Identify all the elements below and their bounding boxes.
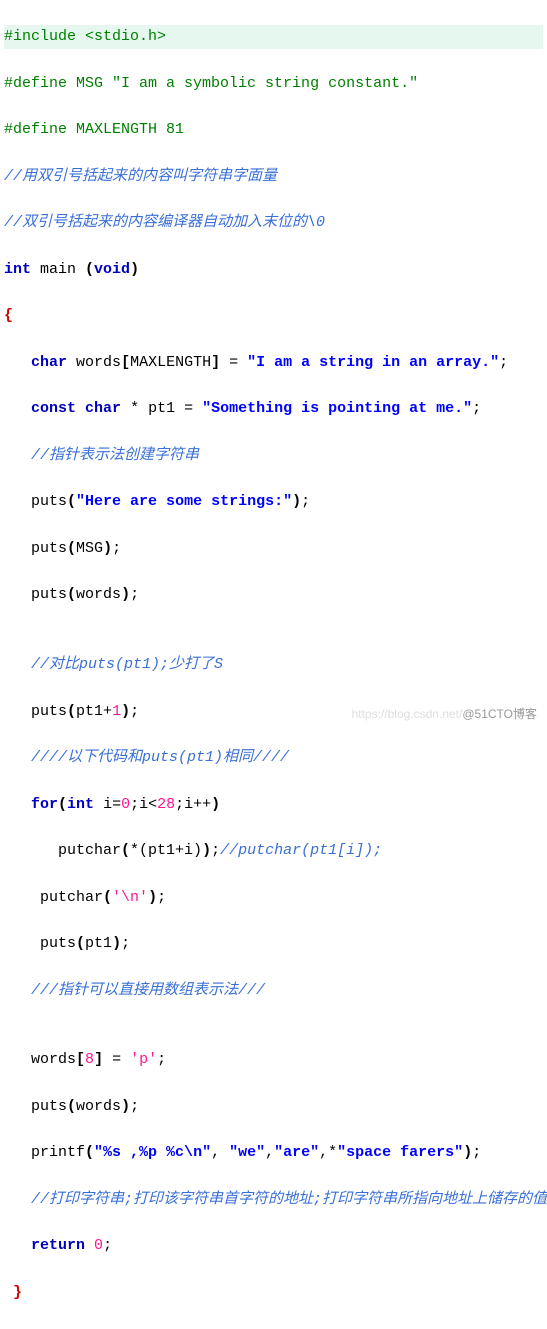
number: 8 <box>85 1051 94 1068</box>
number: 28 <box>157 796 175 813</box>
code-line: const char * pt1 = "Something is pointin… <box>4 397 543 420</box>
brace-open: { <box>4 307 13 324</box>
string-literal: "are" <box>274 1144 319 1161</box>
code-line: words[8] = 'p'; <box>4 1048 543 1071</box>
code-line: puts(words); <box>4 583 543 606</box>
code-line: int main (void) <box>4 258 543 281</box>
char-literal: '\n' <box>112 889 148 906</box>
function-call: printf <box>31 1144 85 1161</box>
keyword-int: int <box>67 796 94 813</box>
keyword-void: void <box>94 261 130 278</box>
number: 0 <box>94 1237 103 1254</box>
watermark: https://blog.csdn.net/@51CTO博客 <box>352 705 537 724</box>
code-line: //对比puts(pt1);少打了S <box>4 653 543 676</box>
argument: *(pt1+i) <box>130 842 202 859</box>
code-line: putchar(*(pt1+i));//putchar(pt1[i]); <box>4 839 543 862</box>
code-line: printf("%s ,%p %c\n", "we","are",*"space… <box>4 1141 543 1164</box>
string-literal: "%s ,%p %c\n" <box>94 1144 211 1161</box>
code-line: #define MSG "I am a symbolic string cons… <box>4 72 543 95</box>
comment: //用双引号括起来的内容叫字符串字面量 <box>4 168 277 185</box>
comment: //指针表示法创建字符串 <box>31 447 199 464</box>
include-header: <stdio.h> <box>85 28 166 45</box>
code-line: puts(words); <box>4 1095 543 1118</box>
keyword-const: const <box>31 400 76 417</box>
code-line: //双引号括起来的内容编译器自动加入末位的\0 <box>4 211 543 234</box>
string-literal: "Here are some strings:" <box>76 493 292 510</box>
watermark-url: https://blog.csdn.net/ <box>352 707 463 721</box>
argument: words <box>76 586 121 603</box>
keyword-int: int <box>4 261 31 278</box>
function-call: putchar <box>58 842 121 859</box>
comment: ///指针可以直接用数组表示法/// <box>31 982 265 999</box>
code-line: puts(MSG); <box>4 537 543 560</box>
code-line: puts("Here are some strings:"); <box>4 490 543 513</box>
brace-close: } <box>4 1284 22 1301</box>
function-call: puts <box>31 540 67 557</box>
identifier: words <box>76 354 121 371</box>
code-line: //打印字符串;打印该字符串首字符的地址;打印字符串所指向地址上储存的值 <box>4 1188 543 1211</box>
char-literal: 'p' <box>130 1051 157 1068</box>
code-line: for(int i=0;i<28;i++) <box>4 793 543 816</box>
string-literal: "I am a string in an array." <box>247 354 499 371</box>
function-call: putchar <box>40 889 103 906</box>
function-call: puts <box>31 586 67 603</box>
string-literal: "we" <box>229 1144 265 1161</box>
code-line: } <box>4 1281 543 1304</box>
keyword-char: char <box>85 400 121 417</box>
argument: pt1 <box>85 935 112 952</box>
code-line: char words[MAXLENGTH] = "I am a string i… <box>4 351 543 374</box>
code-line: return 0; <box>4 1234 543 1257</box>
code-editor: #include <stdio.h> #define MSG "I am a s… <box>0 0 547 1329</box>
code-line: ///指针可以直接用数组表示法/// <box>4 979 543 1002</box>
watermark-blog: @51CTO博客 <box>462 707 537 721</box>
code-line: puts(pt1); <box>4 932 543 955</box>
argument: words <box>76 1098 121 1115</box>
code-line: #define MAXLENGTH 81 <box>4 118 543 141</box>
identifier: words <box>31 1051 76 1068</box>
code-line: { <box>4 304 543 327</box>
comment: ////以下代码和puts(pt1)相同//// <box>31 749 289 766</box>
code-line: #include <stdio.h> <box>4 25 543 48</box>
keyword-char: char <box>31 354 67 371</box>
define-directive: #define MSG <box>4 75 112 92</box>
paren-open: ( <box>85 261 94 278</box>
function-call: puts <box>40 935 76 952</box>
comment: //双引号括起来的内容编译器自动加入末位的\0 <box>4 214 325 231</box>
argument: MSG <box>76 540 103 557</box>
code-line: //用双引号括起来的内容叫字符串字面量 <box>4 165 543 188</box>
number: 1 <box>112 703 121 720</box>
code-line: ////以下代码和puts(pt1)相同//// <box>4 746 543 769</box>
comment: //打印字符串;打印该字符串首字符的地址;打印字符串所指向地址上储存的值 <box>31 1191 547 1208</box>
paren-close: ) <box>130 261 139 278</box>
identifier: pt1 <box>148 400 175 417</box>
keyword-return: return <box>31 1237 85 1254</box>
function-name: main <box>31 261 85 278</box>
preproc-include: #include <box>4 28 85 45</box>
define-value: "I am a symbolic string constant." <box>112 75 418 92</box>
comment: //对比puts(pt1);少打了S <box>31 656 223 673</box>
code-line: //指针表示法创建字符串 <box>4 444 543 467</box>
function-call: puts <box>31 493 67 510</box>
string-literal: "Something is pointing at me." <box>202 400 472 417</box>
comment: //putchar(pt1[i]); <box>220 842 382 859</box>
string-literal: "space farers" <box>337 1144 463 1161</box>
define-value: 81 <box>166 121 184 138</box>
function-call: puts <box>31 1098 67 1115</box>
keyword-for: for <box>31 796 58 813</box>
function-call: puts <box>31 703 67 720</box>
number: 0 <box>121 796 130 813</box>
define-directive: #define MAXLENGTH <box>4 121 166 138</box>
macro-ref: MAXLENGTH <box>130 354 211 371</box>
code-line: putchar('\n'); <box>4 886 543 909</box>
